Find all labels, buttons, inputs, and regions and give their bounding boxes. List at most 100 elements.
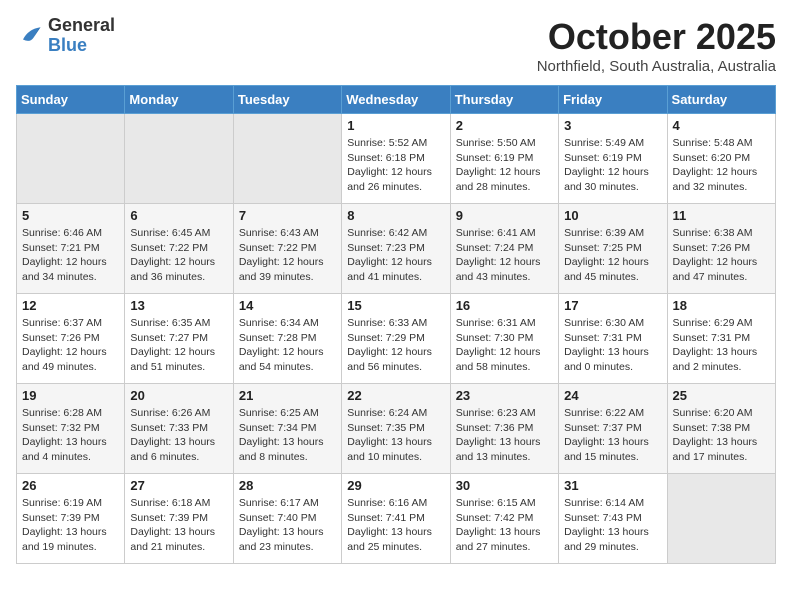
day-number: 19	[22, 388, 119, 403]
day-number: 24	[564, 388, 661, 403]
day-info: Sunrise: 6:46 AM Sunset: 7:21 PM Dayligh…	[22, 226, 119, 285]
day-number: 1	[347, 118, 444, 133]
calendar-cell: 29Sunrise: 6:16 AM Sunset: 7:41 PM Dayli…	[342, 474, 450, 564]
calendar-cell: 11 Sunrise: 6:38 AM Sunset: 7:26 PM Dayli…	[667, 204, 775, 294]
day-number: 7	[239, 208, 336, 223]
day-info: Sunrise: 6:30 AM Sunset: 7:31 PM Dayligh…	[564, 316, 661, 375]
calendar-cell: 9 Sunrise: 6:41 AM Sunset: 7:24 PM Daylig…	[450, 204, 558, 294]
day-info: Sunrise: 6:26 AM Sunset: 7:33 PM Dayligh…	[130, 406, 227, 465]
calendar-cell: 22 Sunrise: 6:24 AM Sunset: 7:35 PM Dayli…	[342, 384, 450, 474]
day-number: 30	[456, 478, 553, 493]
day-number: 20	[130, 388, 227, 403]
day-number: 25	[673, 388, 770, 403]
day-info: Sunrise: 6:42 AM Sunset: 7:23 PM Dayligh…	[347, 226, 444, 285]
day-number: 11	[673, 208, 770, 223]
logo: General Blue	[16, 16, 115, 56]
day-number: 15	[347, 298, 444, 313]
day-info: Sunrise: 6:19 AM Sunset: 7:39 PM Dayligh…	[22, 496, 119, 555]
day-number: 12	[22, 298, 119, 313]
calendar-cell: 17Sunrise: 6:30 AM Sunset: 7:31 PM Dayli…	[559, 294, 667, 384]
calendar-cell: 14 Sunrise: 6:34 AM Sunset: 7:28 PM Dayli…	[233, 294, 341, 384]
day-info: Sunrise: 6:41 AM Sunset: 7:24 PM Dayligh…	[456, 226, 553, 285]
calendar-cell: 27 Sunrise: 6:18 AM Sunset: 7:39 PM Dayli…	[125, 474, 233, 564]
day-number: 22	[347, 388, 444, 403]
logo-bird-icon	[16, 22, 44, 50]
day-info: Sunrise: 6:31 AM Sunset: 7:30 PM Dayligh…	[456, 316, 553, 375]
day-number: 21	[239, 388, 336, 403]
day-info: Sunrise: 6:23 AM Sunset: 7:36 PM Dayligh…	[456, 406, 553, 465]
day-number: 10	[564, 208, 661, 223]
day-info: Sunrise: 6:34 AM Sunset: 7:28 PM Dayligh…	[239, 316, 336, 375]
calendar-cell: 2Sunrise: 5:50 AM Sunset: 6:19 PM Daylig…	[450, 114, 558, 204]
calendar-cell: 19Sunrise: 6:28 AM Sunset: 7:32 PM Dayli…	[17, 384, 125, 474]
logo-text: General Blue	[48, 16, 115, 56]
day-number: 4	[673, 118, 770, 133]
weekday-header: Wednesday	[342, 86, 450, 114]
day-info: Sunrise: 6:39 AM Sunset: 7:25 PM Dayligh…	[564, 226, 661, 285]
calendar-cell: 7 Sunrise: 6:43 AM Sunset: 7:22 PM Daylig…	[233, 204, 341, 294]
calendar-cell: 30 Sunrise: 6:15 AM Sunset: 7:42 PM Dayli…	[450, 474, 558, 564]
calendar-cell: 8 Sunrise: 6:42 AM Sunset: 7:23 PM Daylig…	[342, 204, 450, 294]
weekday-header: Friday	[559, 86, 667, 114]
day-number: 6	[130, 208, 227, 223]
calendar-cell: 13 Sunrise: 6:35 AM Sunset: 7:27 PM Dayli…	[125, 294, 233, 384]
day-number: 28	[239, 478, 336, 493]
day-info: Sunrise: 6:17 AM Sunset: 7:40 PM Dayligh…	[239, 496, 336, 555]
day-info: Sunrise: 6:33 AM Sunset: 7:29 PM Dayligh…	[347, 316, 444, 375]
day-info: Sunrise: 6:43 AM Sunset: 7:22 PM Dayligh…	[239, 226, 336, 285]
day-number: 31	[564, 478, 661, 493]
weekday-header: Thursday	[450, 86, 558, 114]
logo-general: General	[48, 15, 115, 35]
day-info: Sunrise: 6:29 AM Sunset: 7:31 PM Dayligh…	[673, 316, 770, 375]
calendar-cell: 21 Sunrise: 6:25 AM Sunset: 7:34 PM Dayli…	[233, 384, 341, 474]
day-number: 9	[456, 208, 553, 223]
calendar-week-row: 5Sunrise: 6:46 AM Sunset: 7:21 PM Daylig…	[17, 204, 776, 294]
calendar-week-row: 26 Sunrise: 6:19 AM Sunset: 7:39 PM Dayli…	[17, 474, 776, 564]
day-info: Sunrise: 5:49 AM Sunset: 6:19 PM Dayligh…	[564, 136, 661, 195]
weekday-header: Sunday	[17, 86, 125, 114]
page-header: General Blue October 2025 Northfield, So…	[16, 16, 776, 75]
day-number: 23	[456, 388, 553, 403]
day-info: Sunrise: 6:22 AM Sunset: 7:37 PM Dayligh…	[564, 406, 661, 465]
day-number: 14	[239, 298, 336, 313]
calendar-cell: 23 Sunrise: 6:23 AM Sunset: 7:36 PM Dayli…	[450, 384, 558, 474]
calendar-cell: 31 Sunrise: 6:14 AM Sunset: 7:43 PM Dayli…	[559, 474, 667, 564]
day-info: Sunrise: 6:24 AM Sunset: 7:35 PM Dayligh…	[347, 406, 444, 465]
calendar-week-row: 19Sunrise: 6:28 AM Sunset: 7:32 PM Dayli…	[17, 384, 776, 474]
day-info: Sunrise: 6:14 AM Sunset: 7:43 PM Dayligh…	[564, 496, 661, 555]
calendar-table: SundayMondayTuesdayWednesdayThursdayFrid…	[16, 85, 776, 564]
calendar-cell: 18Sunrise: 6:29 AM Sunset: 7:31 PM Dayli…	[667, 294, 775, 384]
calendar-cell	[125, 114, 233, 204]
day-info: Sunrise: 6:20 AM Sunset: 7:38 PM Dayligh…	[673, 406, 770, 465]
month-title: October 2025	[537, 16, 776, 58]
day-number: 27	[130, 478, 227, 493]
day-number: 13	[130, 298, 227, 313]
calendar-cell: 25 Sunrise: 6:20 AM Sunset: 7:38 PM Dayli…	[667, 384, 775, 474]
day-info: Sunrise: 6:25 AM Sunset: 7:34 PM Dayligh…	[239, 406, 336, 465]
weekday-header: Saturday	[667, 86, 775, 114]
day-info: Sunrise: 6:45 AM Sunset: 7:22 PM Dayligh…	[130, 226, 227, 285]
weekday-header: Monday	[125, 86, 233, 114]
title-block: October 2025 Northfield, South Australia…	[537, 16, 776, 75]
day-number: 16	[456, 298, 553, 313]
calendar-cell: 4 Sunrise: 5:48 AM Sunset: 6:20 PM Daylig…	[667, 114, 775, 204]
day-info: Sunrise: 6:18 AM Sunset: 7:39 PM Dayligh…	[130, 496, 227, 555]
location: Northfield, South Australia, Australia	[537, 58, 776, 75]
day-number: 26	[22, 478, 119, 493]
logo-blue: Blue	[48, 35, 87, 55]
day-info: Sunrise: 6:38 AM Sunset: 7:26 PM Dayligh…	[673, 226, 770, 285]
day-number: 8	[347, 208, 444, 223]
calendar-cell: 20 Sunrise: 6:26 AM Sunset: 7:33 PM Dayli…	[125, 384, 233, 474]
calendar-cell: 26 Sunrise: 6:19 AM Sunset: 7:39 PM Dayli…	[17, 474, 125, 564]
calendar-cell: 6 Sunrise: 6:45 AM Sunset: 7:22 PM Daylig…	[125, 204, 233, 294]
calendar-cell: 3 Sunrise: 5:49 AM Sunset: 6:19 PM Daylig…	[559, 114, 667, 204]
day-info: Sunrise: 6:35 AM Sunset: 7:27 PM Dayligh…	[130, 316, 227, 375]
day-info: Sunrise: 5:48 AM Sunset: 6:20 PM Dayligh…	[673, 136, 770, 195]
calendar-cell	[17, 114, 125, 204]
calendar-cell: 12Sunrise: 6:37 AM Sunset: 7:26 PM Dayli…	[17, 294, 125, 384]
day-info: Sunrise: 6:15 AM Sunset: 7:42 PM Dayligh…	[456, 496, 553, 555]
day-number: 3	[564, 118, 661, 133]
calendar-cell	[233, 114, 341, 204]
weekday-header: Tuesday	[233, 86, 341, 114]
calendar-week-row: 1Sunrise: 5:52 AM Sunset: 6:18 PM Daylig…	[17, 114, 776, 204]
